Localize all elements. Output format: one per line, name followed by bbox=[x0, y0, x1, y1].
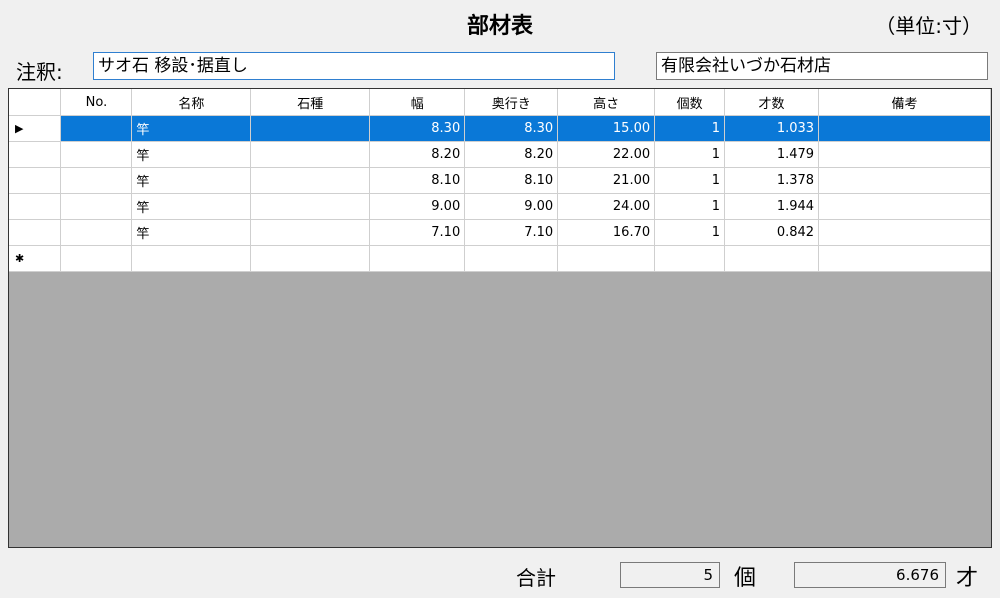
cell-name[interactable]: 竿 bbox=[131, 219, 252, 246]
row-header[interactable] bbox=[9, 193, 62, 220]
cell-stone[interactable] bbox=[250, 141, 371, 168]
cell-count[interactable]: 1 bbox=[654, 167, 726, 194]
cell-width[interactable]: 8.10 bbox=[369, 167, 466, 194]
table-row[interactable]: 竿 8.10 8.10 21.00 1 1.378 bbox=[9, 167, 991, 194]
cell-count[interactable]: 1 bbox=[654, 219, 726, 246]
cell-height[interactable]: 16.70 bbox=[557, 219, 656, 246]
cell-no[interactable] bbox=[60, 115, 133, 142]
cell-remarks[interactable] bbox=[818, 141, 991, 168]
cell-stone[interactable] bbox=[250, 193, 371, 220]
cell-depth[interactable]: 7.10 bbox=[464, 219, 559, 246]
cell-width[interactable]: 8.30 bbox=[369, 115, 466, 142]
cell-height[interactable]: 15.00 bbox=[557, 115, 656, 142]
cell-height[interactable]: 22.00 bbox=[557, 141, 656, 168]
col-header-count[interactable]: 個数 bbox=[654, 89, 726, 116]
cell-remarks[interactable] bbox=[818, 219, 991, 246]
cell-height[interactable]: 21.00 bbox=[557, 167, 656, 194]
cell-count[interactable] bbox=[654, 245, 726, 272]
cell-width[interactable]: 9.00 bbox=[369, 193, 466, 220]
cell-sai[interactable] bbox=[724, 245, 820, 272]
total-sai-field: 6.676 bbox=[794, 562, 946, 588]
cell-stone[interactable] bbox=[250, 219, 371, 246]
cell-width[interactable] bbox=[369, 245, 466, 272]
new-row[interactable]: ✱ bbox=[9, 245, 991, 272]
cell-name[interactable]: 竿 bbox=[131, 115, 252, 142]
table-row[interactable]: 竿 7.10 7.10 16.70 1 0.842 bbox=[9, 219, 991, 246]
col-header-name[interactable]: 名称 bbox=[131, 89, 252, 116]
cell-stone[interactable] bbox=[250, 167, 371, 194]
col-header-remarks[interactable]: 備考 bbox=[818, 89, 991, 116]
sai-unit-label: 才 bbox=[956, 566, 979, 591]
row-header[interactable] bbox=[9, 141, 62, 168]
cell-count[interactable]: 1 bbox=[654, 193, 726, 220]
unit-label: （単位:寸） bbox=[875, 14, 982, 38]
current-row-indicator-icon[interactable]: ▶ bbox=[9, 115, 62, 142]
cell-depth[interactable]: 8.30 bbox=[464, 115, 559, 142]
table-row[interactable]: 竿 8.20 8.20 22.00 1 1.479 bbox=[9, 141, 991, 168]
cell-depth[interactable]: 9.00 bbox=[464, 193, 559, 220]
cell-sai[interactable]: 1.378 bbox=[724, 167, 820, 194]
cell-remarks[interactable] bbox=[818, 193, 991, 220]
total-label: 合計 bbox=[516, 566, 556, 590]
cell-depth[interactable]: 8.20 bbox=[464, 141, 559, 168]
cell-no[interactable] bbox=[60, 245, 133, 272]
cell-stone[interactable] bbox=[250, 245, 371, 272]
cell-name[interactable] bbox=[131, 245, 252, 272]
cell-remarks[interactable] bbox=[818, 167, 991, 194]
cell-depth[interactable]: 8.10 bbox=[464, 167, 559, 194]
form-title: 部材表 bbox=[466, 14, 533, 39]
table-row[interactable]: 竿 9.00 9.00 24.00 1 1.944 bbox=[9, 193, 991, 220]
cell-depth[interactable] bbox=[464, 245, 559, 272]
cell-height[interactable] bbox=[557, 245, 656, 272]
cell-sai[interactable]: 1.033 bbox=[724, 115, 820, 142]
new-row-asterisk-icon[interactable]: ✱ bbox=[9, 245, 62, 272]
cell-remarks[interactable] bbox=[818, 115, 991, 142]
cell-count[interactable]: 1 bbox=[654, 115, 726, 142]
note-label: 注釈: bbox=[16, 60, 63, 84]
col-header-height[interactable]: 高さ bbox=[557, 89, 656, 116]
cell-sai[interactable]: 1.944 bbox=[724, 193, 820, 220]
cell-width[interactable]: 7.10 bbox=[369, 219, 466, 246]
row-header[interactable] bbox=[9, 167, 62, 194]
cell-stone[interactable] bbox=[250, 115, 371, 142]
col-header-width[interactable]: 幅 bbox=[369, 89, 466, 116]
cell-name[interactable]: 竿 bbox=[131, 167, 252, 194]
company-field[interactable]: 有限会社いづか石材店 bbox=[656, 52, 988, 80]
note-input[interactable]: サオ石 移設･据直し bbox=[93, 52, 615, 80]
cell-no[interactable] bbox=[60, 167, 133, 194]
cell-name[interactable]: 竿 bbox=[131, 141, 252, 168]
header-row: No. 名称 石種 幅 奥行き 高さ 個数 才数 備考 bbox=[9, 89, 991, 116]
col-header-sai[interactable]: 才数 bbox=[724, 89, 820, 116]
row-header[interactable] bbox=[9, 219, 62, 246]
count-unit-label: 個 bbox=[734, 566, 757, 591]
cell-width[interactable]: 8.20 bbox=[369, 141, 466, 168]
table-row[interactable]: ▶ 竿 8.30 8.30 15.00 1 1.033 bbox=[9, 115, 991, 142]
cell-no[interactable] bbox=[60, 141, 133, 168]
col-header-stone[interactable]: 石種 bbox=[250, 89, 371, 116]
cell-no[interactable] bbox=[60, 193, 133, 220]
total-count-field: 5 bbox=[620, 562, 720, 588]
cell-sai[interactable]: 1.479 bbox=[724, 141, 820, 168]
row-header-corner bbox=[9, 89, 62, 116]
cell-height[interactable]: 24.00 bbox=[557, 193, 656, 220]
col-header-no[interactable]: No. bbox=[60, 89, 133, 116]
parts-grid[interactable]: No. 名称 石種 幅 奥行き 高さ 個数 才数 備考 ▶ 竿 8.30 8.3… bbox=[8, 88, 992, 548]
cell-count[interactable]: 1 bbox=[654, 141, 726, 168]
cell-sai[interactable]: 0.842 bbox=[724, 219, 820, 246]
col-header-depth[interactable]: 奥行き bbox=[464, 89, 559, 116]
parts-table: No. 名称 石種 幅 奥行き 高さ 個数 才数 備考 ▶ 竿 8.30 8.3… bbox=[9, 89, 991, 272]
cell-name[interactable]: 竿 bbox=[131, 193, 252, 220]
cell-no[interactable] bbox=[60, 219, 133, 246]
cell-remarks[interactable] bbox=[818, 245, 991, 272]
